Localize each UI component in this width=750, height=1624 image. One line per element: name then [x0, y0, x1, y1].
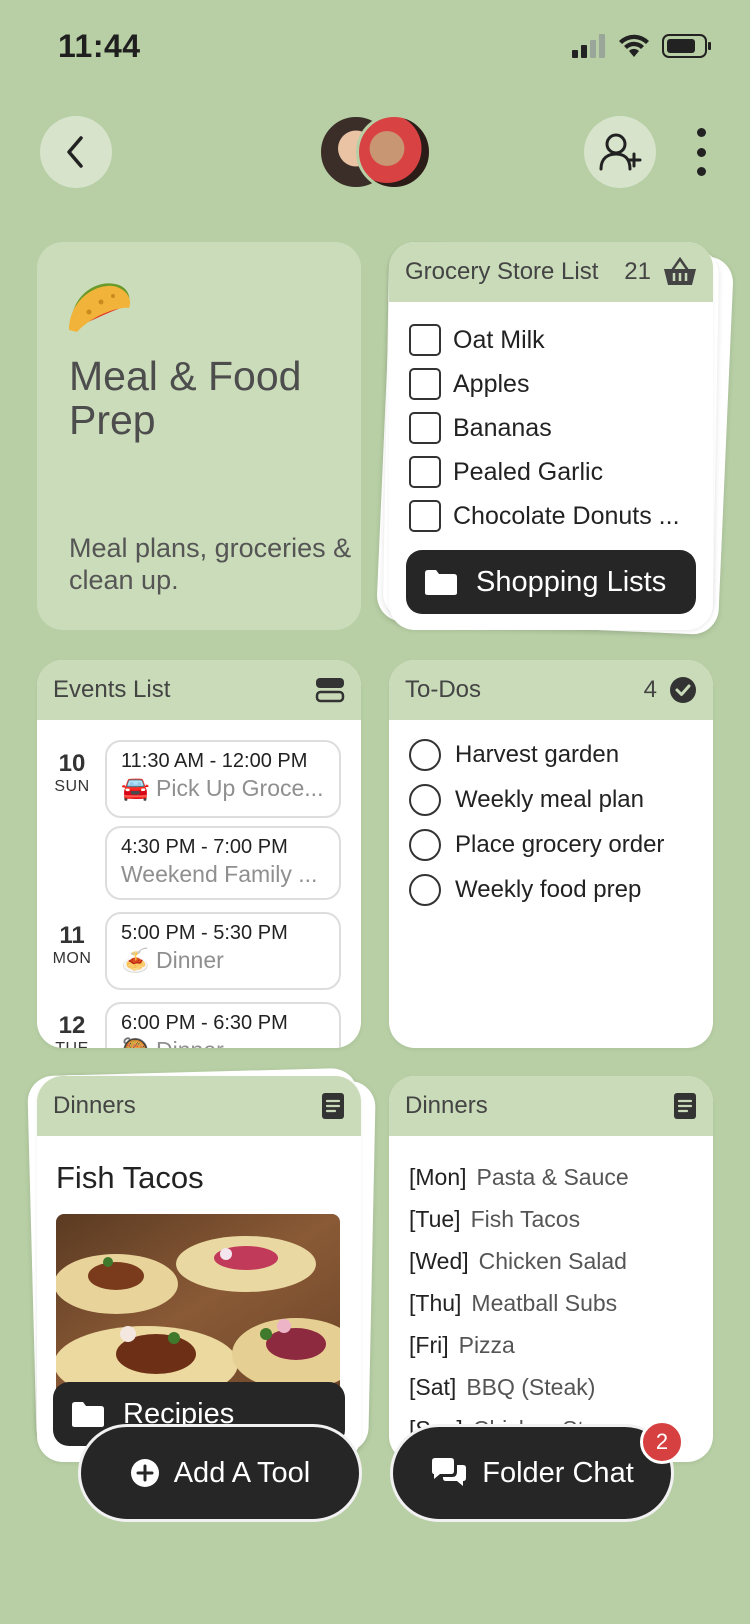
dinner-row: [Wed] Chicken Salad — [409, 1247, 627, 1274]
check-circle-icon — [670, 677, 696, 703]
item-label: Bananas — [453, 413, 552, 442]
todo-label: Place grocery order — [455, 830, 665, 858]
list-item[interactable]: Bananas — [409, 406, 693, 450]
list-item[interactable]: Pealed Garlic — [409, 450, 693, 494]
wifi-icon — [619, 34, 649, 57]
members-avatars[interactable] — [318, 114, 432, 190]
grocery-title: Grocery Store List — [405, 258, 599, 285]
chat-unread-badge: 2 — [640, 1420, 684, 1464]
event-time: 4:30 PM - 7:00 PM — [121, 836, 288, 858]
event-name: 🚘 Pick Up Groce... — [121, 775, 324, 801]
todo-item[interactable]: Weekly food prep — [409, 867, 693, 912]
dinners-title: Dinners — [405, 1092, 488, 1119]
document-icon — [322, 1093, 344, 1119]
item-label: Pealed Garlic — [453, 457, 604, 486]
todo-checkbox[interactable] — [409, 783, 441, 816]
folder-title: Meal & Food Prep — [69, 353, 302, 443]
todos-card[interactable]: To-Dos 4 Harvest garden Weekly meal plan… — [389, 660, 713, 1048]
list-item[interactable]: Oat Milk — [409, 318, 693, 362]
plus-circle-icon — [130, 1459, 159, 1487]
dinner-row: [Fri] Pizza — [409, 1331, 515, 1358]
todo-checkbox[interactable] — [409, 738, 441, 771]
todo-label: Harvest garden — [455, 740, 620, 768]
recipe-card[interactable]: Dinners Fish Tacos Recipies — [37, 1076, 361, 1462]
add-tool-label: Add A Tool — [173, 1456, 311, 1489]
event-item[interactable]: 4:30 PM - 7:00 PM Weekend Family ... — [105, 826, 341, 900]
grocery-list-card[interactable]: Grocery Store List 21 Oat Milk Apples Ba… — [389, 242, 713, 630]
add-tool-button[interactable]: Add A Tool — [78, 1424, 362, 1522]
more-options-icon[interactable] — [686, 128, 716, 176]
event-name: 🥘 Dinner — [121, 1037, 325, 1048]
checkbox[interactable] — [409, 500, 441, 532]
list-item[interactable]: Apples — [409, 362, 693, 406]
todo-item[interactable]: Place grocery order — [409, 822, 693, 867]
document-icon — [674, 1093, 696, 1119]
dinners-note-card[interactable]: Dinners [Mon] Pasta & Sauce [Tue] Fish Tac… — [389, 1076, 713, 1462]
event-item[interactable]: 6:00 PM - 6:30 PM 🥘 Dinner — [105, 1002, 341, 1048]
todo-label: Weekly meal plan — [455, 785, 644, 813]
events-title: Events List — [53, 676, 171, 703]
folder-chat-label: Folder Chat — [482, 1456, 634, 1489]
event-time: 11:30 AM - 12:00 PM — [121, 750, 308, 772]
chat-bubbles-icon — [432, 1458, 467, 1486]
folder-chat-button[interactable]: Folder Chat — [390, 1424, 674, 1522]
recipe-photo — [56, 1214, 340, 1396]
dinner-row: [Mon] Pasta & Sauce — [409, 1163, 629, 1190]
calendar-list-icon — [315, 678, 345, 703]
item-label: Chocolate Donuts ... — [453, 501, 680, 530]
event-day: 10 SUN — [54, 750, 90, 795]
todo-checkbox[interactable] — [409, 828, 441, 861]
status-icons — [572, 34, 712, 58]
add-user-icon — [599, 133, 642, 171]
checkbox[interactable] — [409, 324, 441, 356]
dinner-row: [Tue] Fish Tacos — [409, 1205, 581, 1232]
event-item[interactable]: 5:00 PM - 5:30 PM 🍝 Dinner — [105, 912, 341, 990]
folder-icon — [425, 570, 457, 595]
checkbox[interactable] — [409, 456, 441, 488]
folder-icon — [72, 1402, 104, 1427]
grocery-count: 21 — [624, 258, 651, 285]
event-time: 6:00 PM - 6:30 PM — [121, 1012, 288, 1034]
checkbox[interactable] — [409, 368, 441, 400]
event-time: 5:00 PM - 5:30 PM — [121, 922, 288, 944]
todo-label: Weekly food prep — [455, 875, 642, 903]
folder-subtitle: Meal plans, groceries & clean up. — [69, 533, 352, 595]
todo-item[interactable]: Harvest garden — [409, 732, 693, 777]
folder-info-card: Meal & Food Prep Meal plans, groceries &… — [37, 242, 361, 630]
checkbox[interactable] — [409, 412, 441, 444]
todos-title: To-Dos — [405, 676, 482, 703]
back-button[interactable] — [40, 116, 112, 188]
event-name: Weekend Family ... — [121, 861, 318, 887]
recipe-card-title: Dinners — [53, 1092, 136, 1119]
shopping-lists-folder-button[interactable]: Shopping Lists — [406, 550, 696, 614]
recipe-dish-title: Fish Tacos — [56, 1160, 204, 1195]
basket-icon — [664, 257, 696, 285]
taco-icon — [67, 276, 133, 334]
todos-count: 4 — [643, 676, 657, 703]
item-label: Apples — [453, 369, 530, 398]
events-list-card[interactable]: Events List 10 SUN 11:30 AM - 12:00 PM 🚘 … — [37, 660, 361, 1048]
item-label: Oat Milk — [453, 325, 545, 354]
event-name: 🍝 Dinner — [121, 947, 224, 973]
list-item[interactable]: Chocolate Donuts ... — [409, 494, 693, 538]
status-time: 11:44 — [58, 28, 141, 64]
add-member-button[interactable] — [584, 116, 656, 188]
battery-icon — [662, 34, 711, 58]
event-day: 12TUE — [55, 1012, 88, 1048]
event-day: 11 MON — [52, 922, 92, 967]
chevron-left-icon — [67, 136, 83, 168]
todo-checkbox[interactable] — [409, 873, 441, 906]
todo-item[interactable]: Weekly meal plan — [409, 777, 693, 822]
folder-label: Shopping Lists — [476, 565, 667, 598]
event-item[interactable]: 11:30 AM - 12:00 PM 🚘 Pick Up Groce... — [105, 740, 341, 818]
dinner-row: [Sat] BBQ (Steak) — [409, 1373, 596, 1400]
signal-icon — [572, 34, 605, 58]
avatar — [356, 114, 432, 190]
dinner-row: [Thu] Meatball Subs — [409, 1289, 618, 1316]
